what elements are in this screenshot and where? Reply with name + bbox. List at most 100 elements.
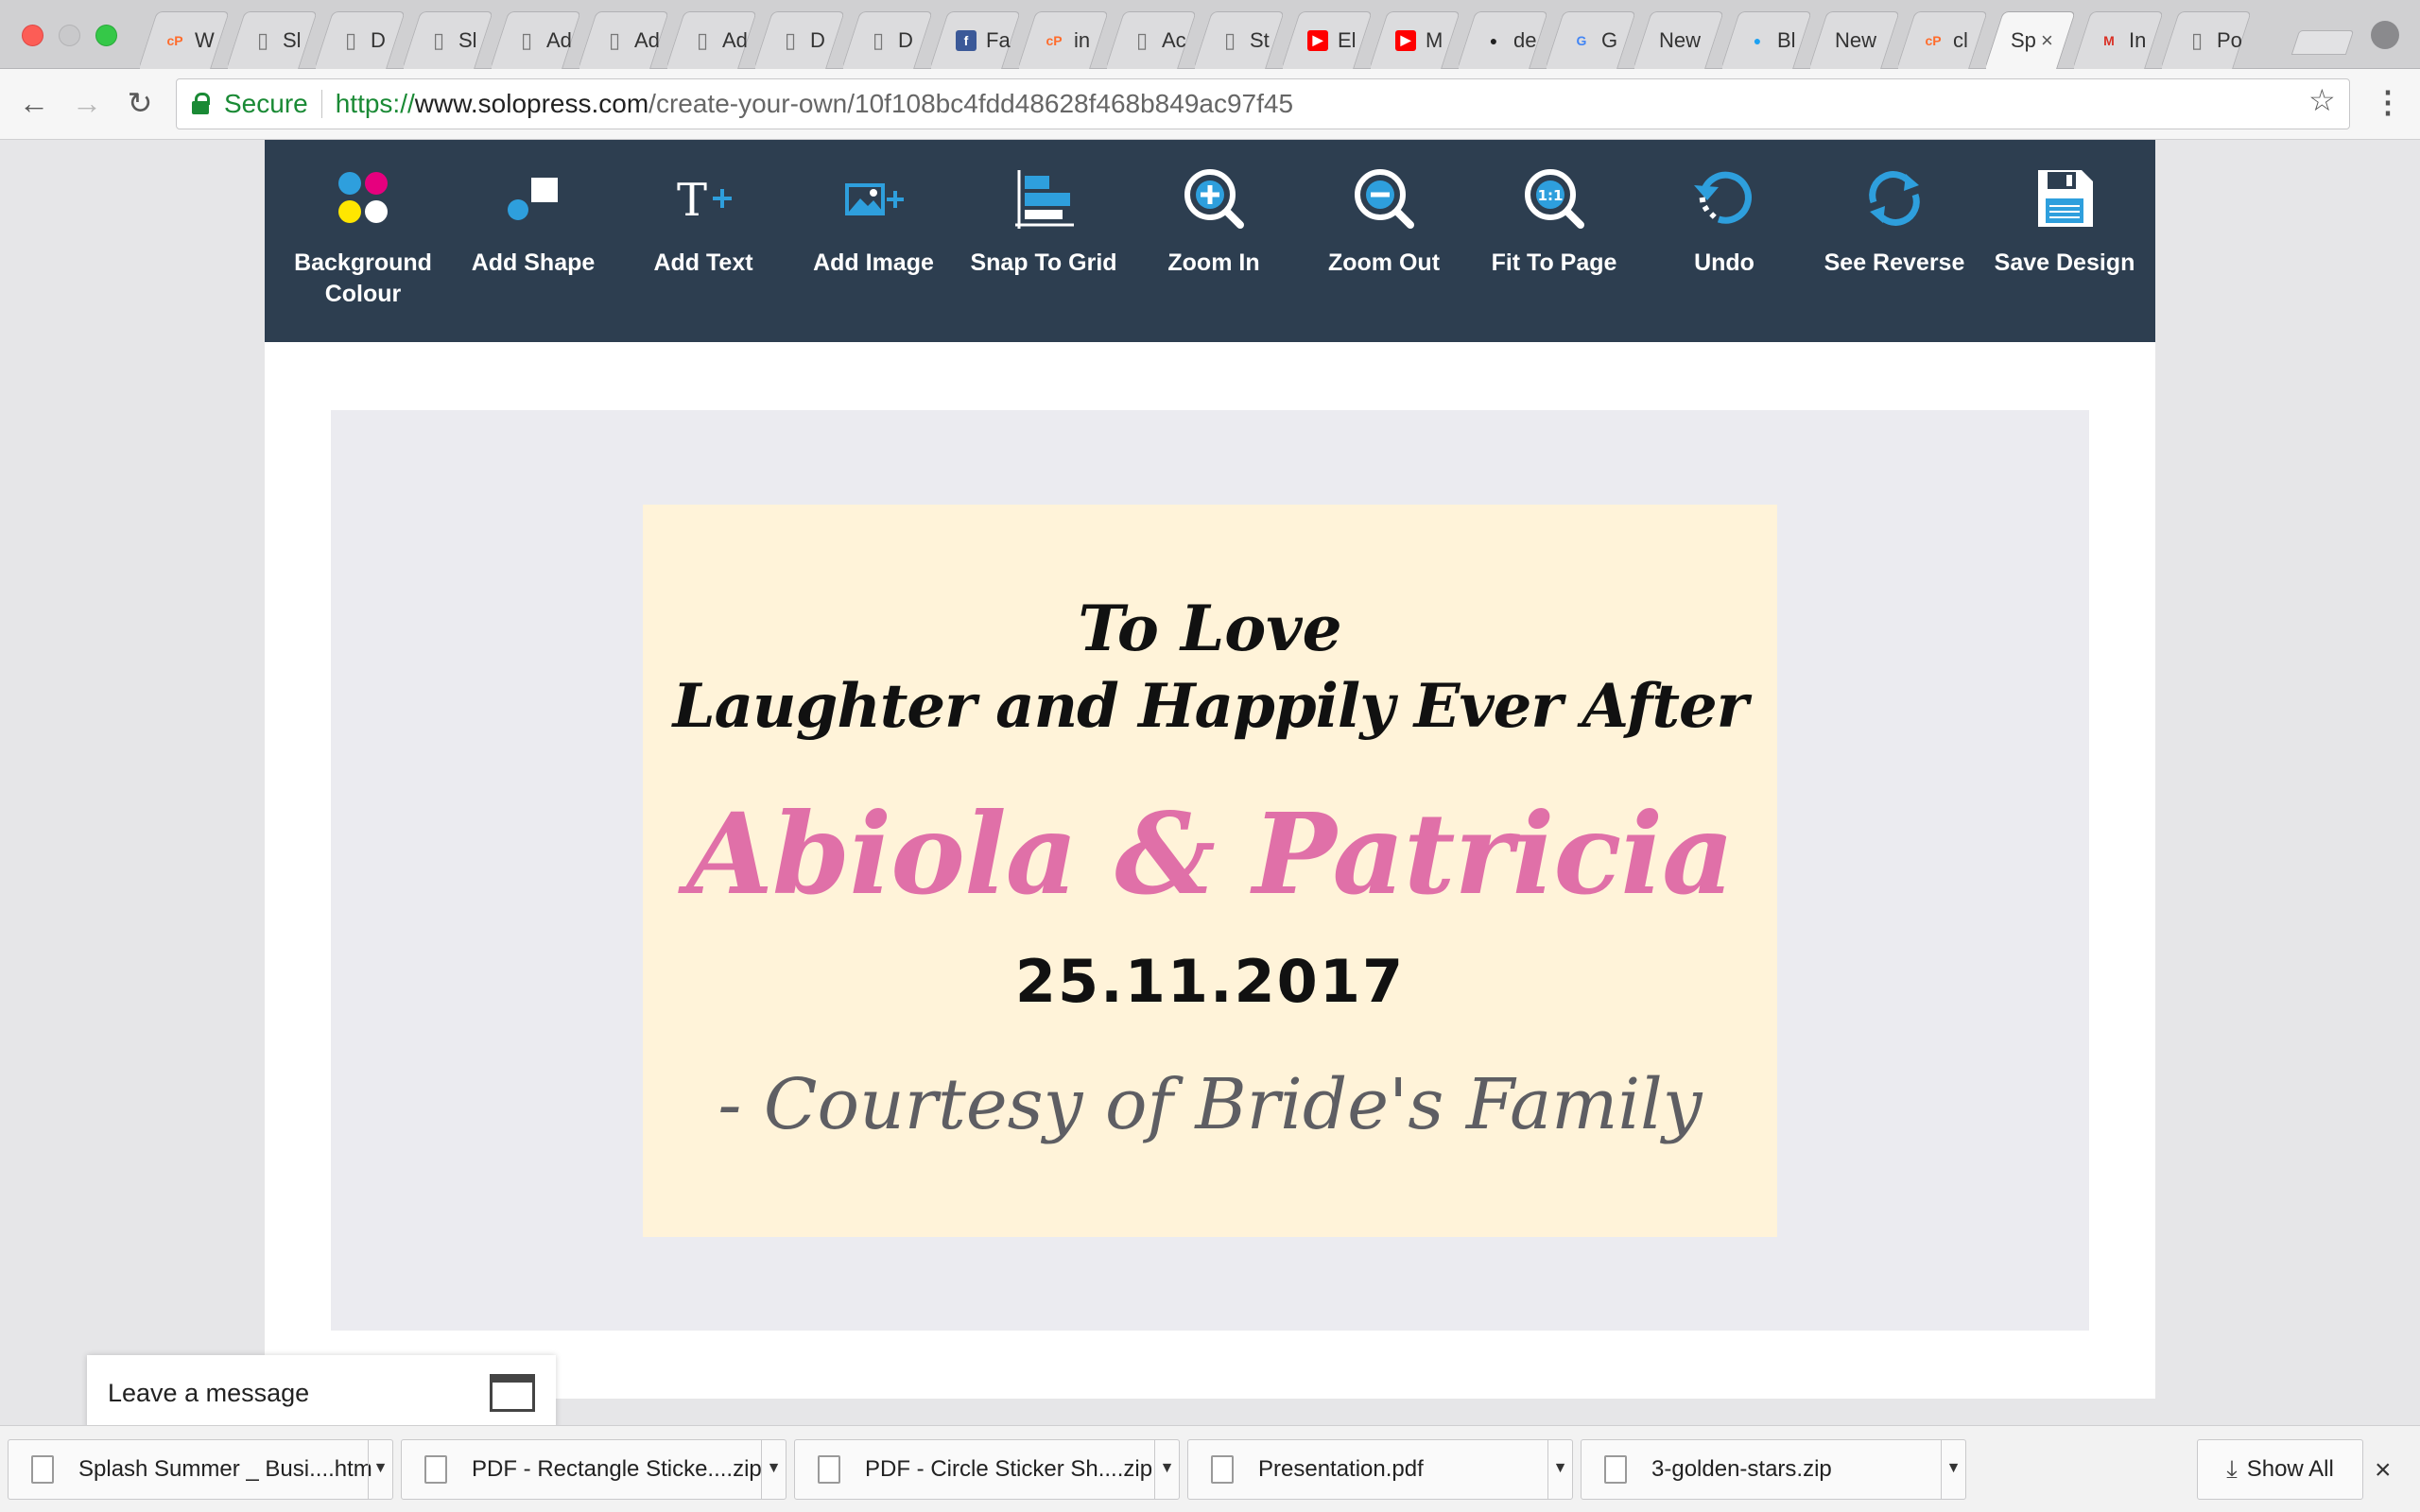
tool-label: Add Text (653, 249, 753, 276)
add-image-button[interactable]: Add Image (788, 140, 959, 342)
zoom-out-button[interactable]: Zoom Out (1299, 140, 1469, 342)
browser-tab[interactable]: ● Bl (1722, 11, 1810, 69)
chevron-down-icon[interactable]: ▼ (1154, 1440, 1179, 1499)
page-icon: ▯ (608, 27, 621, 52)
add-shape-button[interactable]: Add Shape (448, 140, 618, 342)
svg-text:1:1: 1:1 (1538, 187, 1564, 204)
facebook-icon: f (956, 29, 977, 51)
design-text-date[interactable]: 25.11.2017 (643, 947, 1777, 1016)
browser-tab[interactable]: New (1810, 11, 1898, 69)
tab-title: de (1513, 27, 1537, 52)
see-reverse-button[interactable]: See Reverse (1809, 140, 1979, 342)
browser-tab[interactable]: ▶ El (1283, 11, 1371, 69)
github-icon: ● (1489, 32, 1498, 48)
download-item[interactable]: PDF - Circle Sticker Sh....zip ▼ (794, 1439, 1180, 1500)
download-item[interactable]: Presentation.pdf ▼ (1187, 1439, 1573, 1500)
browser-tab[interactable]: ▯ D (755, 11, 843, 69)
browser-tab[interactable]: cP in (1019, 11, 1107, 69)
text-plus-icon: T (677, 174, 732, 227)
browser-tab[interactable]: ● de (1459, 11, 1547, 69)
browser-tab[interactable]: f Fa (931, 11, 1019, 69)
background-colour-button[interactable]: Background Colour (278, 140, 448, 342)
zoom-in-icon (1184, 169, 1244, 229)
close-window-button[interactable] (22, 25, 43, 46)
browser-tab[interactable]: ▶ M (1371, 11, 1459, 69)
chevron-down-icon[interactable]: ▼ (1547, 1440, 1572, 1499)
reload-button[interactable]: ↻ (123, 86, 157, 120)
browser-tab[interactable]: ▯ St (1195, 11, 1283, 69)
browser-tab[interactable]: ▯ D (316, 11, 404, 69)
browser-tab[interactable]: ▯ Ad (667, 11, 755, 69)
tab-title: G (1601, 27, 1618, 52)
design-text-line2[interactable]: Laughter and Happily Ever After (643, 671, 1777, 742)
tab-title: In (2129, 27, 2147, 52)
close-tab-icon[interactable]: × (2041, 28, 2053, 53)
maximize-window-button[interactable] (95, 25, 117, 46)
download-item[interactable]: Splash Summer _ Busi....htm ▼ (8, 1439, 393, 1500)
browser-tab[interactable]: ▯ Ad (579, 11, 667, 69)
fit-to-page-button[interactable]: 1:1 Fit To Page (1469, 140, 1639, 342)
design-text-line1[interactable]: To Love (643, 592, 1777, 665)
browser-tab[interactable]: ▯ Sl (404, 11, 492, 69)
minimize-window-button[interactable] (59, 25, 80, 46)
browser-tab[interactable]: ▯ Ad (492, 11, 579, 69)
zoom-in-button[interactable]: Zoom In (1129, 140, 1299, 342)
browser-tab[interactable]: ▯ D (843, 11, 931, 69)
tab-title: Bl (1777, 27, 1796, 52)
address-bar[interactable]: Secure https://www.solopress.com/create-… (176, 78, 2350, 129)
back-button[interactable]: ← (17, 86, 51, 120)
forward-button[interactable]: → (70, 86, 104, 120)
cpanel-icon: cP (1925, 32, 1942, 48)
browser-toolbar: ← → ↻ Secure https://www.solopress.com/c… (0, 69, 2420, 140)
tab-title: Sp (2011, 27, 2036, 52)
tool-label: Add Image (813, 249, 934, 276)
browser-tab[interactable]: ▯ Sl (228, 11, 316, 69)
tab-title: Sl (283, 27, 302, 52)
tab-title: Ad (634, 27, 660, 52)
tool-label: Zoom Out (1327, 249, 1441, 276)
tool-label: Save Design (1994, 249, 2135, 276)
browser-tab[interactable]: Sp × (1986, 11, 2074, 69)
browser-tab[interactable]: New (1634, 11, 1722, 69)
pdf-file-icon (1211, 1455, 1234, 1484)
cpanel-icon: cP (1046, 32, 1063, 48)
tab-title: St (1250, 27, 1270, 52)
bookmark-star-icon[interactable]: ☆ (2308, 82, 2336, 118)
url-text[interactable]: https://www.solopress.com/create-your-ow… (336, 89, 1293, 119)
save-design-button[interactable]: Save Design (1979, 140, 2150, 342)
browser-tab[interactable]: M In (2074, 11, 2162, 69)
expand-window-icon[interactable] (490, 1374, 535, 1412)
fit-page-icon: 1:1 (1525, 169, 1584, 229)
browser-tab[interactable]: GG (1547, 11, 1634, 69)
new-tab-button[interactable] (2290, 30, 2355, 55)
profile-icon[interactable] (2371, 21, 2399, 49)
tab-title: Fa (986, 27, 1011, 52)
tab-title: D (810, 27, 825, 52)
browser-tab[interactable]: cP cl (1898, 11, 1986, 69)
browser-menu-icon[interactable]: ⋮ (2373, 84, 2403, 120)
browser-tab[interactable]: ▯ Ac (1107, 11, 1195, 69)
download-filename: Splash Summer _ Busi....htm (78, 1456, 372, 1482)
browser-tab[interactable]: ▯ Po (2162, 11, 2250, 69)
download-item[interactable]: PDF - Rectangle Sticke....zip ▼ (401, 1439, 786, 1500)
tool-label: See Reverse (1824, 249, 1965, 276)
tab-title: Ac (1162, 27, 1186, 52)
tab-title: D (371, 27, 386, 52)
close-icon[interactable]: × (2375, 1454, 2392, 1486)
sticker-design[interactable]: To Love Laughter and Happily Ever After … (643, 505, 1777, 1237)
youtube-icon: ▶ (1307, 29, 1328, 51)
chat-label: Leave a message (108, 1378, 310, 1407)
leave-message-widget[interactable]: Leave a message (87, 1355, 556, 1431)
browser-tab[interactable]: cP W (140, 11, 228, 69)
design-text-names[interactable]: Abiola & Patricia (643, 788, 1777, 919)
undo-button[interactable]: Undo (1639, 140, 1809, 342)
download-item[interactable]: 3-golden-stars.zip ▼ (1581, 1439, 1966, 1500)
chevron-down-icon[interactable]: ▼ (761, 1440, 786, 1499)
snap-to-grid-button[interactable]: Snap To Grid (959, 140, 1129, 342)
design-text-courtesy[interactable]: - Courtesy of Bride's Family (643, 1064, 1777, 1145)
chevron-down-icon[interactable]: ▼ (368, 1440, 392, 1499)
page-icon: ▯ (784, 27, 797, 52)
add-text-button[interactable]: T Add Text (618, 140, 788, 342)
chevron-down-icon[interactable]: ▼ (1941, 1440, 1965, 1499)
show-all-downloads-button[interactable]: ⤓ Show All (2197, 1439, 2363, 1500)
